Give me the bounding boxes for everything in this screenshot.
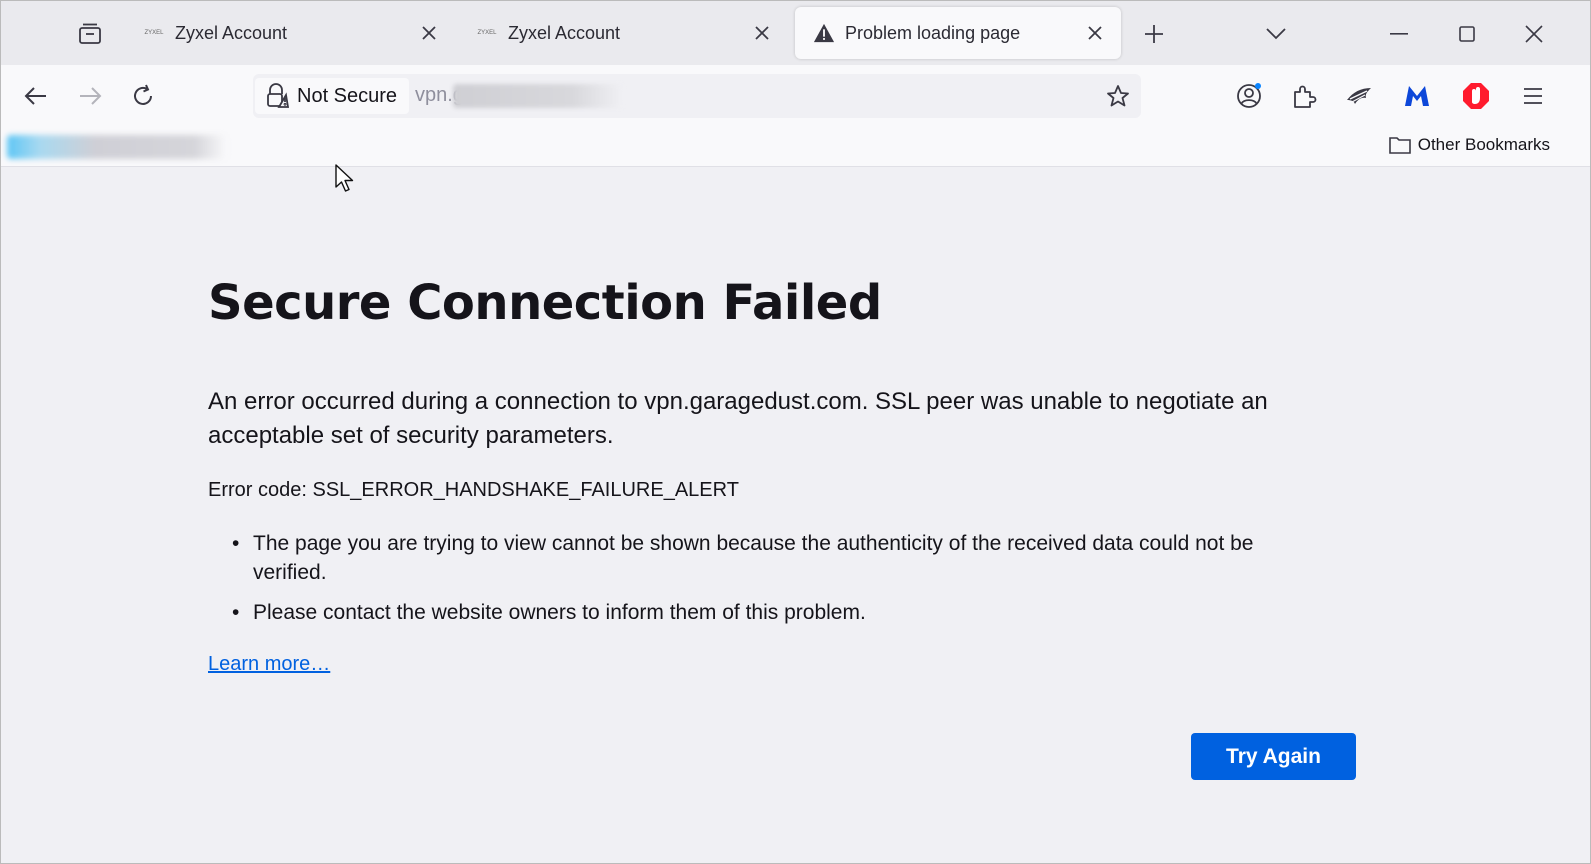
zyxel-favicon-icon: ZYXEL (144, 30, 164, 36)
tab-title: Zyxel Account (175, 22, 288, 43)
bookmark-star-icon[interactable] (1105, 83, 1131, 109)
tab-zyxel-account-2[interactable]: ZYXEL Zyxel Account (458, 7, 788, 59)
malwarebytes-icon[interactable] (1402, 81, 1432, 111)
menu-hamburger-icon[interactable] (1518, 81, 1548, 111)
zyxel-favicon-icon: ZYXEL (477, 30, 497, 36)
insecure-lock-icon (265, 83, 289, 109)
reload-icon[interactable] (128, 81, 158, 111)
error-code: Error code: SSL_ERROR_HANDSHAKE_FAILURE_… (208, 479, 739, 501)
new-tab-icon[interactable] (1141, 21, 1167, 47)
browser-window: ZYXEL Zyxel Account ZYXEL Zyxel Account … (0, 0, 1591, 864)
maximize-icon[interactable] (1452, 19, 1482, 49)
forward-arrow-icon[interactable] (75, 81, 105, 111)
tab-title: Problem loading page (845, 22, 1021, 43)
close-window-icon[interactable] (1519, 19, 1549, 49)
tab-problem-loading-page[interactable]: Problem loading page (795, 7, 1121, 59)
folder-icon (1388, 135, 1412, 155)
not-secure-label: Not Secure (297, 84, 398, 107)
close-tab-icon[interactable] (1083, 21, 1107, 45)
site-security-button[interactable]: Not Secure (255, 78, 410, 114)
learn-more-link[interactable]: Learn more… (208, 653, 330, 676)
list-item: Please contact the website owners to inf… (208, 598, 1328, 627)
list-all-tabs-chevron-down-icon[interactable] (1263, 21, 1289, 47)
bookmarks-toolbar: Other Bookmarks (1, 127, 1590, 167)
close-tab-icon[interactable] (750, 21, 774, 45)
tab-zyxel-account-1[interactable]: ZYXEL Zyxel Account (125, 7, 455, 59)
opera-adblock-icon[interactable] (1461, 81, 1491, 111)
close-tab-icon[interactable] (417, 21, 441, 45)
minimize-icon[interactable] (1384, 19, 1414, 49)
other-bookmarks-label: Other Bookmarks (1417, 135, 1550, 154)
mouse-cursor-icon (335, 164, 357, 199)
redacted-bookmarks (7, 135, 227, 159)
back-arrow-icon[interactable] (21, 81, 51, 111)
try-again-button[interactable]: Try Again (1191, 733, 1356, 780)
list-item: The page you are trying to view cannot b… (208, 529, 1328, 587)
account-icon[interactable] (1234, 81, 1264, 111)
tab-strip: ZYXEL Zyxel Account ZYXEL Zyxel Account … (1, 1, 1590, 65)
tab-title: Zyxel Account (508, 22, 621, 43)
bird-extension-icon[interactable] (1344, 81, 1374, 111)
navigation-toolbar: Not Secure vpn.g (1, 65, 1590, 127)
error-title: Secure Connection Failed (208, 275, 882, 331)
redacted-url (453, 84, 623, 108)
other-bookmarks-button[interactable]: Other Bookmarks (1388, 135, 1550, 155)
error-description: An error occurred during a connection to… (208, 388, 1268, 449)
url-bar[interactable]: Not Secure vpn.g (253, 74, 1141, 118)
error-advice-list: The page you are trying to view cannot b… (208, 529, 1328, 638)
warning-icon (813, 23, 835, 43)
extensions-puzzle-icon[interactable] (1289, 81, 1319, 111)
tab-overview-icon[interactable] (75, 19, 105, 49)
